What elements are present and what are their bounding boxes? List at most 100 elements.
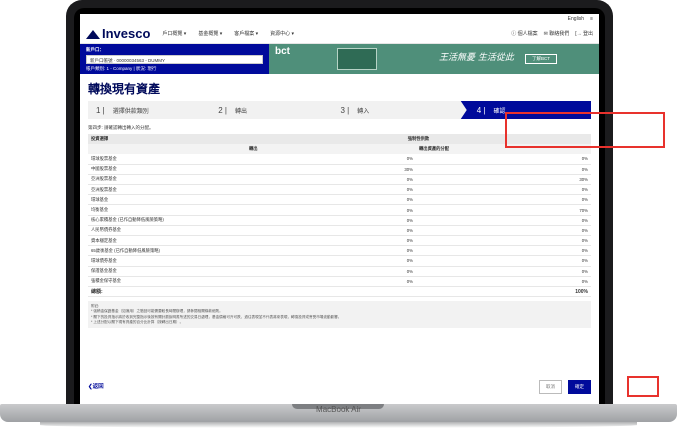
in-percent: 0% (416, 245, 591, 257)
bct-advert[interactable]: bct 王活無憂 生活從此 了解BCT (269, 44, 599, 74)
step-label: 轉入 (357, 108, 370, 115)
nav-client-profile[interactable]: 客戶檔案 ▾ (234, 30, 258, 37)
fund-name: 中國股票基金 (88, 164, 246, 175)
table-row: 強積金保守基金 0% 0% (88, 276, 591, 287)
out-percent: 0% (246, 276, 416, 287)
total-out (246, 286, 416, 298)
table-row: 環球股票基金 0% 0% (88, 154, 591, 165)
footnote-3: * 上述分配以閣下現有資產的百分比計算（按轉出日期）。 (91, 319, 184, 324)
language-link[interactable]: English (568, 16, 584, 22)
account-label: 新戶口： (86, 47, 104, 52)
nav-resource-centre[interactable]: 資源中心 ▾ (270, 30, 294, 37)
table-row: 環球基金 0% 0% (88, 194, 591, 206)
confirm-button[interactable]: 確定 (568, 380, 591, 394)
footnotes: 附註: * 強積金保證基金（如適用）之贖回可能需要較長時間辦理，請參閱相關條款細… (88, 301, 591, 328)
fund-name: 核心累積基金 (已作自動降低風險策略) (88, 215, 246, 226)
top-utility-bar: English ≡ (80, 14, 599, 24)
profile-link[interactable]: ⓘ 個人檔案 (511, 30, 537, 37)
step-label: 轉出 (235, 108, 248, 115)
logout-link[interactable]: [→ 登出 (575, 30, 593, 37)
fund-subheader (88, 144, 246, 154)
out-percent: 30% (246, 164, 416, 175)
advert-slogan: 王活無憂 生活從此 (439, 53, 514, 63)
out-percent: 0% (246, 204, 416, 216)
laptop-shadow (40, 422, 637, 428)
out-percent: 0% (246, 266, 416, 277)
browser-screen: English ≡ Invesco 戶口概覽 ▾ 基金概覽 ▾ 客戶檔案 ▾ 資… (80, 14, 599, 404)
table-row: 環球債券基金 0% 0% (88, 255, 591, 267)
table-row: 均衡基金 0% 70% (88, 204, 591, 216)
action-buttons: 取消 確定 (539, 380, 591, 394)
in-percent: 0% (416, 225, 591, 237)
table-row: 亞洲股票基金 0% 30% (88, 174, 591, 186)
out-percent: 0% (246, 215, 416, 226)
main-navbar: Invesco 戶口概覽 ▾ 基金概覽 ▾ 客戶檔案 ▾ 資源中心 ▾ ⓘ 個人… (80, 24, 599, 44)
fund-name: 均衡基金 (88, 204, 246, 216)
table-row: 65歲後基金 (已作自動降低風險策略) 0% 0% (88, 245, 591, 257)
table-row: 核心累積基金 (已作自動降低風險策略) 0% 0% (88, 215, 591, 226)
laptop-stage: English ≡ Invesco 戶口概覽 ▾ 基金概覽 ▾ 客戶檔案 ▾ 資… (0, 0, 677, 438)
in-percent: 0% (416, 266, 591, 277)
fund-name: 強積金保守基金 (88, 276, 246, 287)
device-label: MacBook Air (316, 405, 361, 414)
nav-user-links: ⓘ 個人檔案 ✉ 聯絡我們 [→ 登出 (511, 30, 593, 37)
nav-account-overview[interactable]: 戶口概覽 ▾ (162, 30, 186, 37)
table-row: 保證基金基金 0% 0% (88, 266, 591, 277)
table-row: 中國股票基金 30% 0% (88, 164, 591, 175)
fund-name: 亞洲股票基金 (88, 184, 246, 196)
step-number: 3 | (340, 105, 350, 115)
in-percent: 30% (416, 174, 591, 186)
nav-fund-overview[interactable]: 基金概覽 ▾ (198, 30, 222, 37)
step-number: 2 | (218, 105, 227, 115)
out-percent: 0% (246, 225, 416, 237)
account-select[interactable]: 新戶口帳號 · 00000034563 - DUMMY (86, 55, 263, 64)
out-column-header: 轉出 (246, 144, 416, 154)
total-value: 100% (416, 286, 591, 298)
invesco-mountain-icon (86, 29, 100, 39)
in-percent: 0% (416, 184, 591, 196)
in-percent: 0% (416, 276, 591, 287)
in-percent: 0% (416, 255, 591, 267)
page-title: 轉換現有資產 (88, 82, 161, 96)
in-percent: 70% (416, 204, 591, 216)
step-2: 2 | 轉出 (210, 101, 332, 119)
advert-photo (337, 48, 377, 70)
out-percent: 0% (246, 184, 416, 196)
in-percent: 0% (416, 164, 591, 175)
fund-column-header: 投資選擇 (88, 134, 246, 144)
out-percent: 0% (246, 174, 416, 186)
cancel-button[interactable]: 取消 (539, 380, 562, 394)
account-banner: 新戶口： 新戶口帳號 · 00000034563 - DUMMY 帳戶類別: 1… (80, 44, 599, 74)
fund-name: 亞洲股票基金 (88, 174, 246, 186)
out-percent: 0% (246, 154, 416, 165)
step-number: 4 | (476, 105, 486, 115)
bct-logo: bct (275, 46, 290, 57)
out-percent: 0% (246, 245, 416, 257)
out-percent: 0% (246, 235, 416, 247)
out-percent: 0% (246, 255, 416, 267)
in-percent: 0% (416, 154, 591, 165)
total-row: 總額: 100% (88, 286, 591, 298)
table-row: 人民幣債券基金 0% 0% (88, 225, 591, 237)
account-panel: 新戶口： 新戶口帳號 · 00000034563 - DUMMY 帳戶類別: 1… (80, 44, 269, 74)
fund-name: 65歲後基金 (已作自動降低風險策略) (88, 245, 246, 257)
back-link[interactable]: ❮返回 (88, 382, 104, 390)
in-percent: 0% (416, 235, 591, 247)
table-row: 資本穩定基金 0% 0% (88, 235, 591, 247)
step-label: 確認 (493, 108, 506, 115)
in-percent: 0% (416, 215, 591, 226)
fund-name: 人民幣債券基金 (88, 225, 246, 237)
contact-link[interactable]: ✉ 聯絡我們 (544, 30, 570, 37)
hamburger-icon[interactable]: ≡ (590, 16, 593, 22)
fund-name: 資本穩定基金 (88, 235, 246, 247)
invesco-logo[interactable]: Invesco (86, 26, 150, 41)
table-row: 亞洲股票基金 0% 0% (88, 184, 591, 196)
fund-name: 環球基金 (88, 194, 246, 206)
account-detail: 帳戶類別: 1 - Company | 狀況: 現行 (86, 66, 157, 71)
in-percent: 0% (416, 194, 591, 206)
advert-button[interactable]: 了解BCT (525, 54, 557, 64)
allocation-table: 投資選擇 強制性供款 轉出 轉出資產的分配 環球股票基金 0% 0% 中國股票基金 30… (88, 134, 591, 298)
fund-name: 環球債券基金 (88, 255, 246, 267)
logo-text: Invesco (102, 26, 151, 41)
highlight-confirm-button (627, 376, 659, 397)
